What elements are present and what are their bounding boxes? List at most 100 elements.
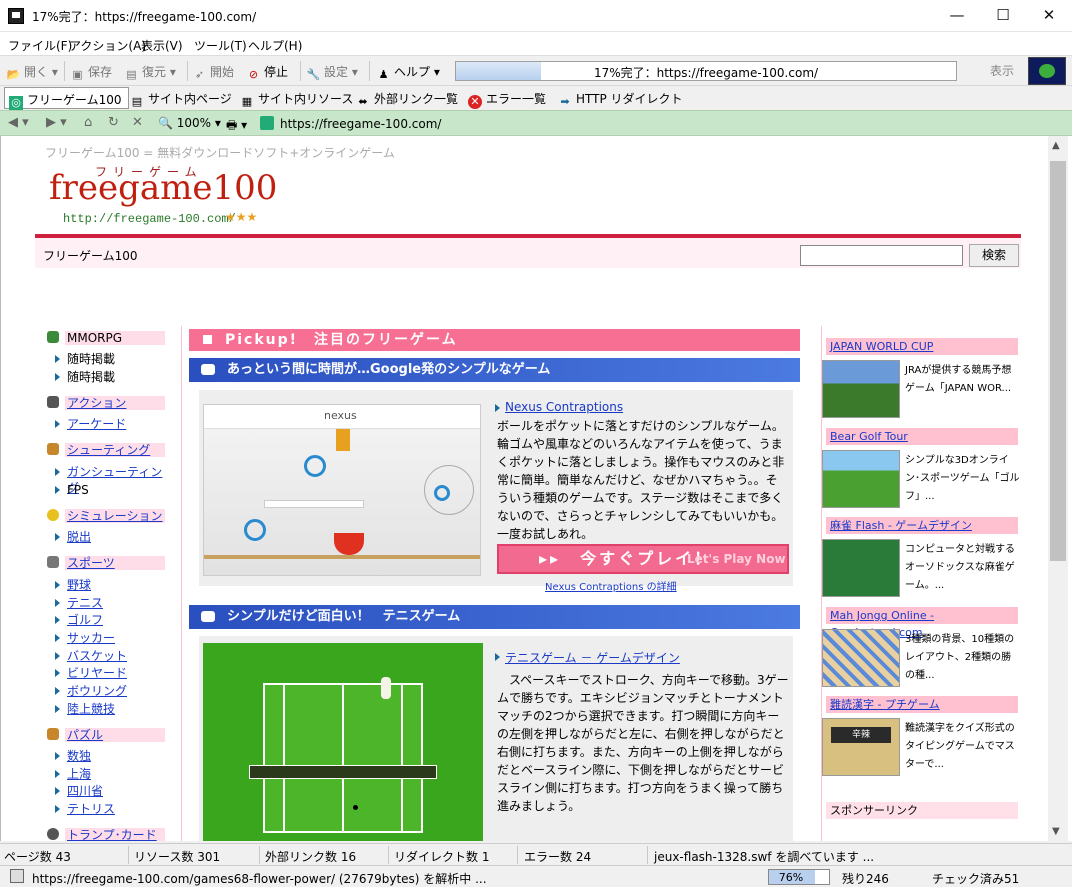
minimize-button[interactable]: — bbox=[934, 0, 980, 32]
tennis-player bbox=[381, 677, 391, 699]
error-icon: ✕ bbox=[468, 95, 482, 109]
menu-bar: ファイル(F) アクション(A) 表示(V) ツール(T) ヘルプ(H) bbox=[0, 32, 1072, 56]
current-file: jeux-flash-1328.swf を調べています ... bbox=[654, 850, 875, 864]
nexus-screenshot[interactable]: nexus bbox=[203, 404, 481, 576]
external-link-icon: ⬌ bbox=[358, 95, 368, 108]
nav-item-shanghai[interactable]: 上海 bbox=[53, 766, 91, 782]
wrench-icon: 🔧 bbox=[306, 68, 321, 81]
save-icon: ▣ bbox=[72, 68, 83, 81]
search-button[interactable]: 検索 bbox=[969, 244, 1019, 267]
tab-http-redirect[interactable]: ➡ HTTP リダイレクト bbox=[554, 87, 689, 109]
category-cards[interactable]: トランプ･カード bbox=[45, 828, 165, 841]
maximize-button[interactable]: ☐ bbox=[980, 0, 1026, 32]
recommended-title[interactable]: JAPAN WORLD CUP bbox=[826, 338, 1018, 355]
home-icon[interactable]: ⌂ bbox=[84, 115, 92, 130]
start-button[interactable]: ➶ 開始 bbox=[192, 63, 234, 82]
print-icon[interactable]: 🖶 ▾ bbox=[226, 116, 247, 137]
menu-file[interactable]: ファイル(F) bbox=[8, 37, 72, 54]
nav-item-arcade[interactable]: アーケード bbox=[53, 416, 126, 432]
back-icon[interactable]: ◀ ▾ bbox=[8, 115, 29, 130]
game-thumbnail[interactable] bbox=[822, 629, 900, 687]
recommended-desc: 3種類の背景、10種類のレイアウト、2種類の勝の種... bbox=[905, 634, 1015, 681]
search-input[interactable] bbox=[800, 245, 963, 266]
open-button[interactable]: 📂 開く ▾ bbox=[6, 63, 58, 82]
nav-item-tetris[interactable]: テトリス bbox=[53, 801, 115, 817]
scroll-thumb[interactable] bbox=[1050, 161, 1066, 561]
tab-site-resources[interactable]: ▦ サイト内リソース bbox=[236, 87, 359, 109]
vertical-scrollbar[interactable]: ▲ ▼ bbox=[1048, 136, 1068, 841]
menu-view[interactable]: 表示(V) bbox=[141, 37, 183, 54]
recommended-title[interactable]: Bear Golf Tour bbox=[826, 428, 1018, 445]
close-button[interactable]: ✕ bbox=[1026, 0, 1072, 32]
mmorpg-icon bbox=[47, 331, 59, 343]
nav-item-billiards[interactable]: ビリヤード bbox=[53, 665, 127, 681]
scroll-down-icon[interactable]: ▼ bbox=[1052, 826, 1060, 837]
nav-item-baseball[interactable]: 野球 bbox=[53, 577, 91, 593]
game-title-link[interactable]: テニスゲーム － ゲームデザイン bbox=[495, 649, 680, 666]
puzzle-icon bbox=[47, 728, 59, 740]
display-button[interactable]: 表示 bbox=[990, 62, 1014, 79]
pickup-icon bbox=[203, 335, 212, 344]
menu-action[interactable]: アクション(A) bbox=[69, 37, 146, 54]
recommended-title[interactable]: 麻雀 Flash - ゲームデザイン bbox=[826, 517, 1018, 534]
category-simulation[interactable]: シミュレーション bbox=[45, 509, 165, 523]
column-divider bbox=[181, 326, 182, 841]
pages-icon: ▤ bbox=[131, 95, 143, 108]
nav-item-sudoku[interactable]: 数独 bbox=[53, 748, 91, 764]
save-button[interactable]: ▣ 保存 bbox=[70, 63, 112, 82]
status-divider bbox=[128, 846, 129, 864]
game-thumbnail[interactable] bbox=[822, 539, 900, 597]
game-detail-link[interactable]: Nexus Contraptions の詳細 bbox=[545, 578, 677, 593]
settings-button[interactable]: 🔧 設定 ▾ bbox=[306, 63, 358, 82]
scroll-up-icon[interactable]: ▲ bbox=[1052, 140, 1060, 151]
nav-item-gun-shooting[interactable]: ガンシューティング bbox=[53, 464, 166, 495]
reload-icon[interactable]: ↻ bbox=[108, 115, 119, 130]
nav-item-escape[interactable]: 脱出 bbox=[53, 529, 91, 545]
tab-errors[interactable]: ✕ エラー一覧 bbox=[464, 87, 552, 109]
game-thumbnail[interactable] bbox=[822, 450, 900, 508]
nav-item-golf[interactable]: ゴルフ bbox=[53, 612, 103, 628]
menu-help[interactable]: ヘルプ(H) bbox=[248, 37, 302, 54]
nav-item-tennis[interactable]: テニス bbox=[53, 595, 103, 611]
breadcrumb-label: フリーゲーム100 bbox=[43, 249, 138, 263]
status-icon bbox=[10, 869, 24, 883]
restore-button[interactable]: ▤ 復元 ▾ bbox=[124, 63, 176, 82]
nav-item-bowling[interactable]: ボウリング bbox=[53, 683, 127, 699]
category-sports[interactable]: スポーツ bbox=[45, 556, 165, 570]
progress-bar: 17%完了：https://freegame-100.com/ bbox=[455, 61, 957, 81]
play-now-button[interactable]: ▸▸ 今すぐプレイ！ Let's Play Now bbox=[497, 544, 789, 574]
url-text[interactable]: https://freegame-100.com/ bbox=[280, 117, 441, 131]
nav-item-soccer[interactable]: サッカー bbox=[53, 630, 115, 646]
category-mmorpg: MMORPG bbox=[45, 331, 165, 345]
tennis-screenshot[interactable] bbox=[203, 643, 483, 841]
nav-item-athletics[interactable]: 陸上競技 bbox=[53, 701, 115, 717]
recommended-title[interactable]: 難読漢字 - プチゲーム bbox=[826, 696, 1018, 713]
status-divider bbox=[259, 846, 260, 864]
category-shooting[interactable]: シューティング bbox=[45, 443, 165, 457]
recommended-title[interactable]: Mah Jongg Online - Candystand.com bbox=[826, 607, 1018, 639]
menu-tools[interactable]: ツール(T) bbox=[194, 37, 247, 54]
category-puzzle[interactable]: パズル bbox=[45, 728, 165, 742]
category-action[interactable]: アクション bbox=[45, 396, 165, 410]
parsing-text: https://freegame-100.com/games68-flower-… bbox=[32, 872, 487, 886]
nav-item-basketball[interactable]: バスケット bbox=[53, 648, 127, 664]
tennis-net bbox=[249, 765, 437, 779]
forward-icon[interactable]: ▶ ▾ bbox=[46, 115, 67, 130]
site-logo[interactable]: freegame100 bbox=[49, 168, 277, 208]
recommended-column: JAPAN WORLD CUP JRAが提供する競馬予想ゲーム「JAPAN WO… bbox=[821, 326, 1021, 841]
stop-button[interactable]: ⊘ 停止 bbox=[246, 63, 288, 82]
tab-site-pages[interactable]: ▤ サイト内ページ bbox=[126, 87, 238, 109]
tennis-ball bbox=[353, 805, 358, 810]
court-line bbox=[342, 683, 344, 833]
stop-load-icon[interactable]: ✕ bbox=[132, 115, 143, 130]
game-title-link[interactable]: Nexus Contraptions bbox=[494, 400, 623, 414]
shelf bbox=[264, 500, 364, 508]
game-thumbnail[interactable] bbox=[822, 360, 900, 418]
nav-item-shisen[interactable]: 四川省 bbox=[53, 783, 103, 799]
game-thumbnail[interactable]: 辛辣 bbox=[822, 718, 900, 776]
tab-freegame100[interactable]: ◎ フリーゲーム100 bbox=[4, 87, 129, 110]
zoom-control[interactable]: 🔍 100% ▾ bbox=[158, 116, 221, 130]
redirect-count: リダイレクト数 1 bbox=[394, 850, 490, 864]
help-button[interactable]: ♟ ヘルプ ▾ bbox=[376, 63, 440, 82]
tab-external-links[interactable]: ⬌ 外部リンク一覧 bbox=[352, 87, 464, 109]
